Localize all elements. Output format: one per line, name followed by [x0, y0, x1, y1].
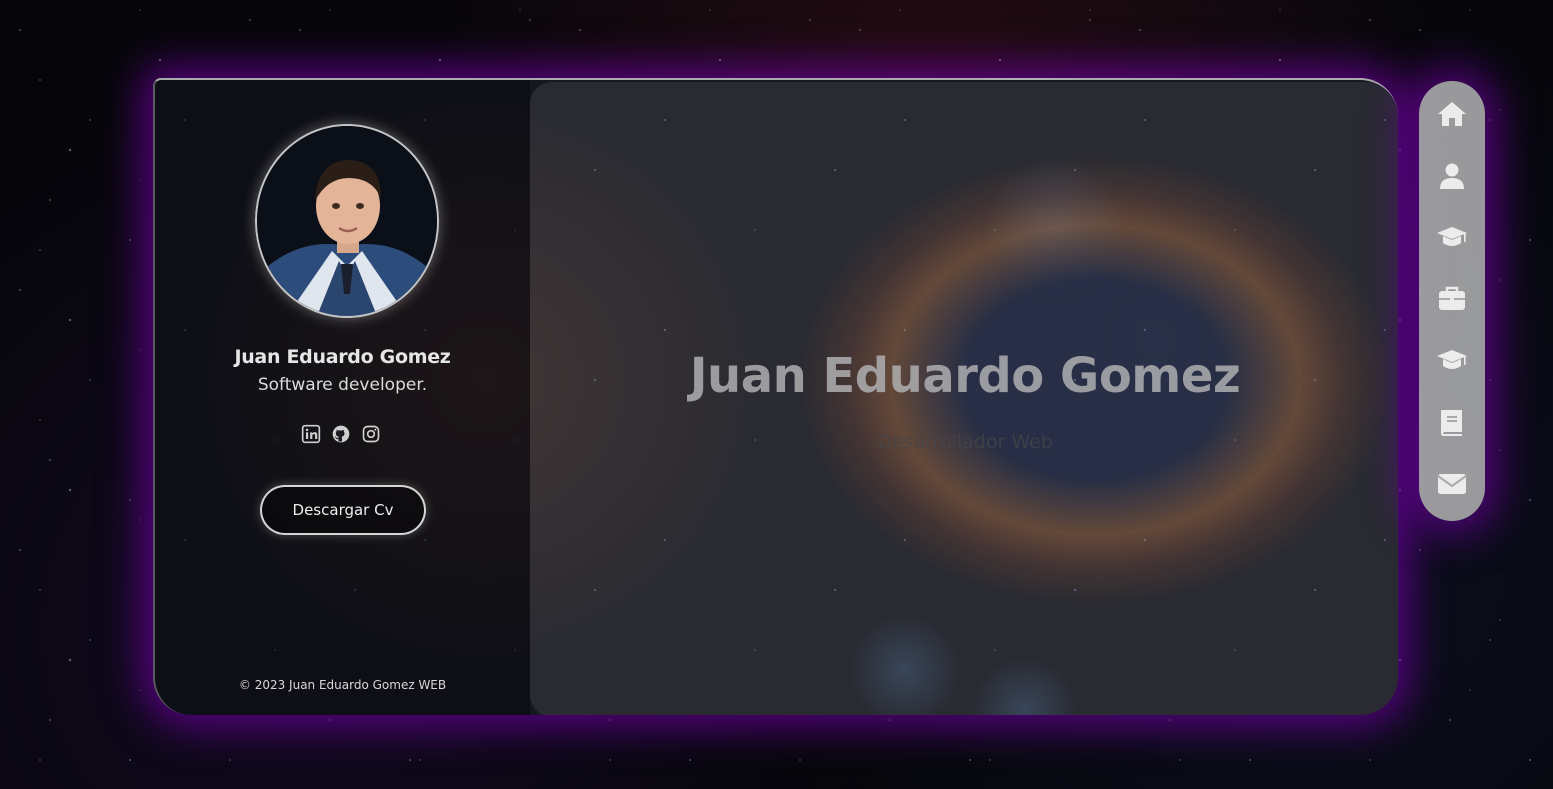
download-cv-button[interactable]: Descargar Cv: [260, 485, 426, 535]
graduation-cap-icon: [1437, 227, 1467, 246]
nav-experience-icon[interactable]: [1433, 280, 1471, 318]
user-icon: [1440, 163, 1464, 189]
main-card: Juan Eduardo Gomez Software developer. D…: [153, 78, 1398, 715]
book-icon: [1441, 410, 1462, 436]
profile-photo: [257, 126, 437, 316]
nav-home-icon[interactable]: [1433, 95, 1471, 133]
linkedin-icon[interactable]: [301, 424, 321, 444]
nav-portfolio-icon[interactable]: [1433, 403, 1471, 441]
profile-panel: Juan Eduardo Gomez Software developer. D…: [155, 80, 530, 715]
envelope-icon: [1437, 474, 1467, 494]
profile-role: Software developer.: [257, 375, 428, 395]
profile-name: Juan Eduardo Gomez: [234, 346, 451, 368]
social-links: [301, 424, 381, 444]
github-icon[interactable]: [331, 424, 351, 444]
instagram-icon[interactable]: [361, 424, 381, 444]
hero-subtitle: Desarrollador Web: [877, 431, 1053, 453]
side-navigation: [1419, 81, 1485, 521]
briefcase-icon: [1439, 286, 1465, 310]
nav-about-icon[interactable]: [1433, 157, 1471, 195]
footer-copyright: © 2023 Juan Eduardo Gomez WEB: [238, 678, 447, 692]
nav-courses-icon[interactable]: [1433, 341, 1471, 379]
nav-education-icon[interactable]: [1433, 218, 1471, 256]
graduation-cap-icon: [1437, 350, 1467, 369]
nav-contact-icon[interactable]: [1433, 465, 1471, 503]
hero-section: Juan Eduardo Gomez Desarrollador Web: [530, 82, 1398, 715]
home-icon: [1438, 102, 1466, 126]
hero-title: Juan Eduardo Gomez: [689, 348, 1241, 404]
avatar: [255, 124, 439, 318]
